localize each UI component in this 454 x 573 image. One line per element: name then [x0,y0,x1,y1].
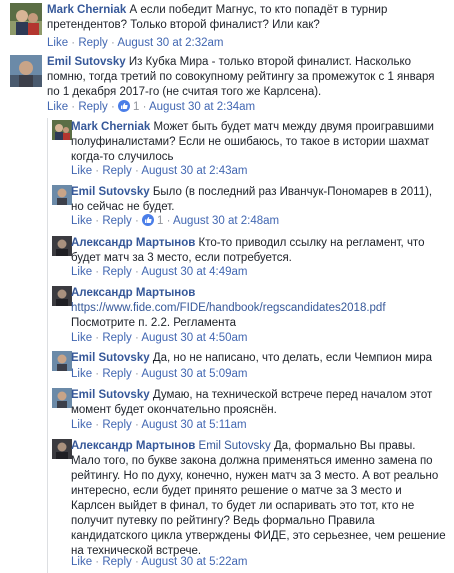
avatar[interactable] [10,3,42,35]
avatar[interactable] [52,120,72,140]
comment-author[interactable]: Mark Cherniak [47,4,126,16]
comment-body: Mark Cherniak А если победит Магнус, то … [47,3,447,33]
avatar[interactable] [52,439,72,459]
comment-body: Emil Sutovsky Из Кубка Мира - только вто… [47,55,447,100]
reply-timestamp[interactable]: August 30 at 2:43am [141,165,247,177]
comment-actions: Like · Reply · 1 · August 30 at 2:34am [47,100,255,115]
reply-timestamp[interactable]: August 30 at 4:49am [141,266,247,278]
separator: · [163,215,173,227]
like-link[interactable]: Like [71,266,92,278]
separator: · [68,101,79,113]
reply-actions: Like · Reply · 1 · August 30 at 2:48am [71,214,279,229]
reply-author[interactable]: Александр Мартынов [71,440,195,452]
comment-actions: Like · Reply · August 30 at 2:32am [47,36,223,51]
reply-timestamp[interactable]: August 30 at 5:22am [141,556,247,568]
separator: · [68,37,79,49]
avatar[interactable] [52,286,72,306]
reply-body: Александр Мартынов https://www.fide.com/… [71,286,446,331]
like-link[interactable]: Like [71,556,92,568]
reply-link[interactable]: Reply [78,37,107,49]
separator: · [139,101,149,113]
avatar[interactable] [52,388,72,408]
reply-actions: Like · Reply · August 30 at 2:43am [71,164,247,179]
separator: · [131,419,142,431]
reply-text: Да, формально Вы правы. Мало того, по бу… [71,440,446,557]
like-link[interactable]: Like [71,368,92,380]
reply-timestamp[interactable]: August 30 at 5:11am [141,419,246,431]
avatar[interactable] [10,55,42,87]
regulations-link[interactable]: https://www.fide.com/FIDE/handbook/regsc… [71,301,446,316]
separator: · [92,266,103,278]
separator: · [131,332,142,344]
reply-actions: Like · Reply · August 30 at 5:22am [71,555,247,570]
like-reaction-icon[interactable] [141,214,154,226]
separator: · [92,215,103,227]
reply-link[interactable]: Reply [102,165,131,177]
reply-timestamp[interactable]: August 30 at 2:48am [173,215,279,227]
reply-text: Да, но не написано, что делать, если Чем… [152,352,433,364]
comment-timestamp[interactable]: August 30 at 2:34am [149,101,255,113]
separator: · [131,556,142,568]
reply-link[interactable]: Reply [102,266,131,278]
reply-timestamp[interactable]: August 30 at 5:09am [141,368,247,380]
reply-author[interactable]: Александр Мартынов [71,237,195,249]
like-link[interactable]: Like [71,215,92,227]
reply-body: Emil Sutovsky Было (в последний раз Иван… [71,185,446,215]
reply-author[interactable]: Mark Cherniak [71,121,150,133]
separator: · [92,332,103,344]
like-link[interactable]: Like [47,37,68,49]
separator: · [131,266,142,278]
reply-link[interactable]: Reply [102,368,131,380]
reply-actions: Like · Reply · August 30 at 4:49am [71,265,247,280]
comment-timestamp[interactable]: August 30 at 2:32am [117,37,223,49]
reply-link[interactable]: Reply [78,101,107,113]
reply-link[interactable]: Reply [102,419,131,431]
reply-body: Mark Cherniak Может быть будет матч межд… [71,120,446,165]
reply-body: Александр Мартынов Emil Sutovsky Да, фор… [71,439,446,559]
reply-author[interactable]: Emil Sutovsky [71,352,150,364]
separator: · [131,215,142,227]
reply-body: Emil Sutovsky Думаю, на технической встр… [71,388,446,418]
like-link[interactable]: Like [71,165,92,177]
comment-author[interactable]: Emil Sutovsky [47,56,126,68]
reply-author[interactable]: Emil Sutovsky [71,186,150,198]
separator: · [92,556,103,568]
separator: · [131,165,142,177]
mentioned-user[interactable]: Emil Sutovsky [199,440,271,452]
reply-body: Emil Sutovsky Да, но не написано, что де… [71,351,446,366]
like-reaction-icon[interactable] [117,100,130,112]
reply-author[interactable]: Александр Мартынов [71,286,446,301]
like-link[interactable]: Like [71,419,92,431]
avatar[interactable] [52,185,72,205]
reply-timestamp[interactable]: August 30 at 4:50am [141,332,247,344]
reply-text: Посмотрите п. 2.2. Регламента [71,317,237,329]
separator: · [92,419,103,431]
reply-body: Александр Мартынов Кто-то приводил ссылк… [71,236,446,266]
reply-author[interactable]: Emil Sutovsky [71,389,150,401]
reply-link[interactable]: Reply [102,215,131,227]
reply-link[interactable]: Reply [102,332,131,344]
avatar[interactable] [52,236,72,256]
separator: · [131,368,142,380]
like-link[interactable]: Like [71,332,92,344]
separator: · [92,165,103,177]
reply-thread-line [47,118,48,573]
separator: · [107,37,118,49]
reply-link[interactable]: Reply [102,556,131,568]
reply-actions: Like · Reply · August 30 at 5:09am [71,367,247,382]
separator: · [107,101,118,113]
reply-actions: Like · Reply · August 30 at 4:50am [71,331,247,346]
reply-actions: Like · Reply · August 30 at 5:11am [71,418,247,433]
separator: · [92,368,103,380]
like-link[interactable]: Like [47,101,68,113]
avatar[interactable] [52,351,72,371]
